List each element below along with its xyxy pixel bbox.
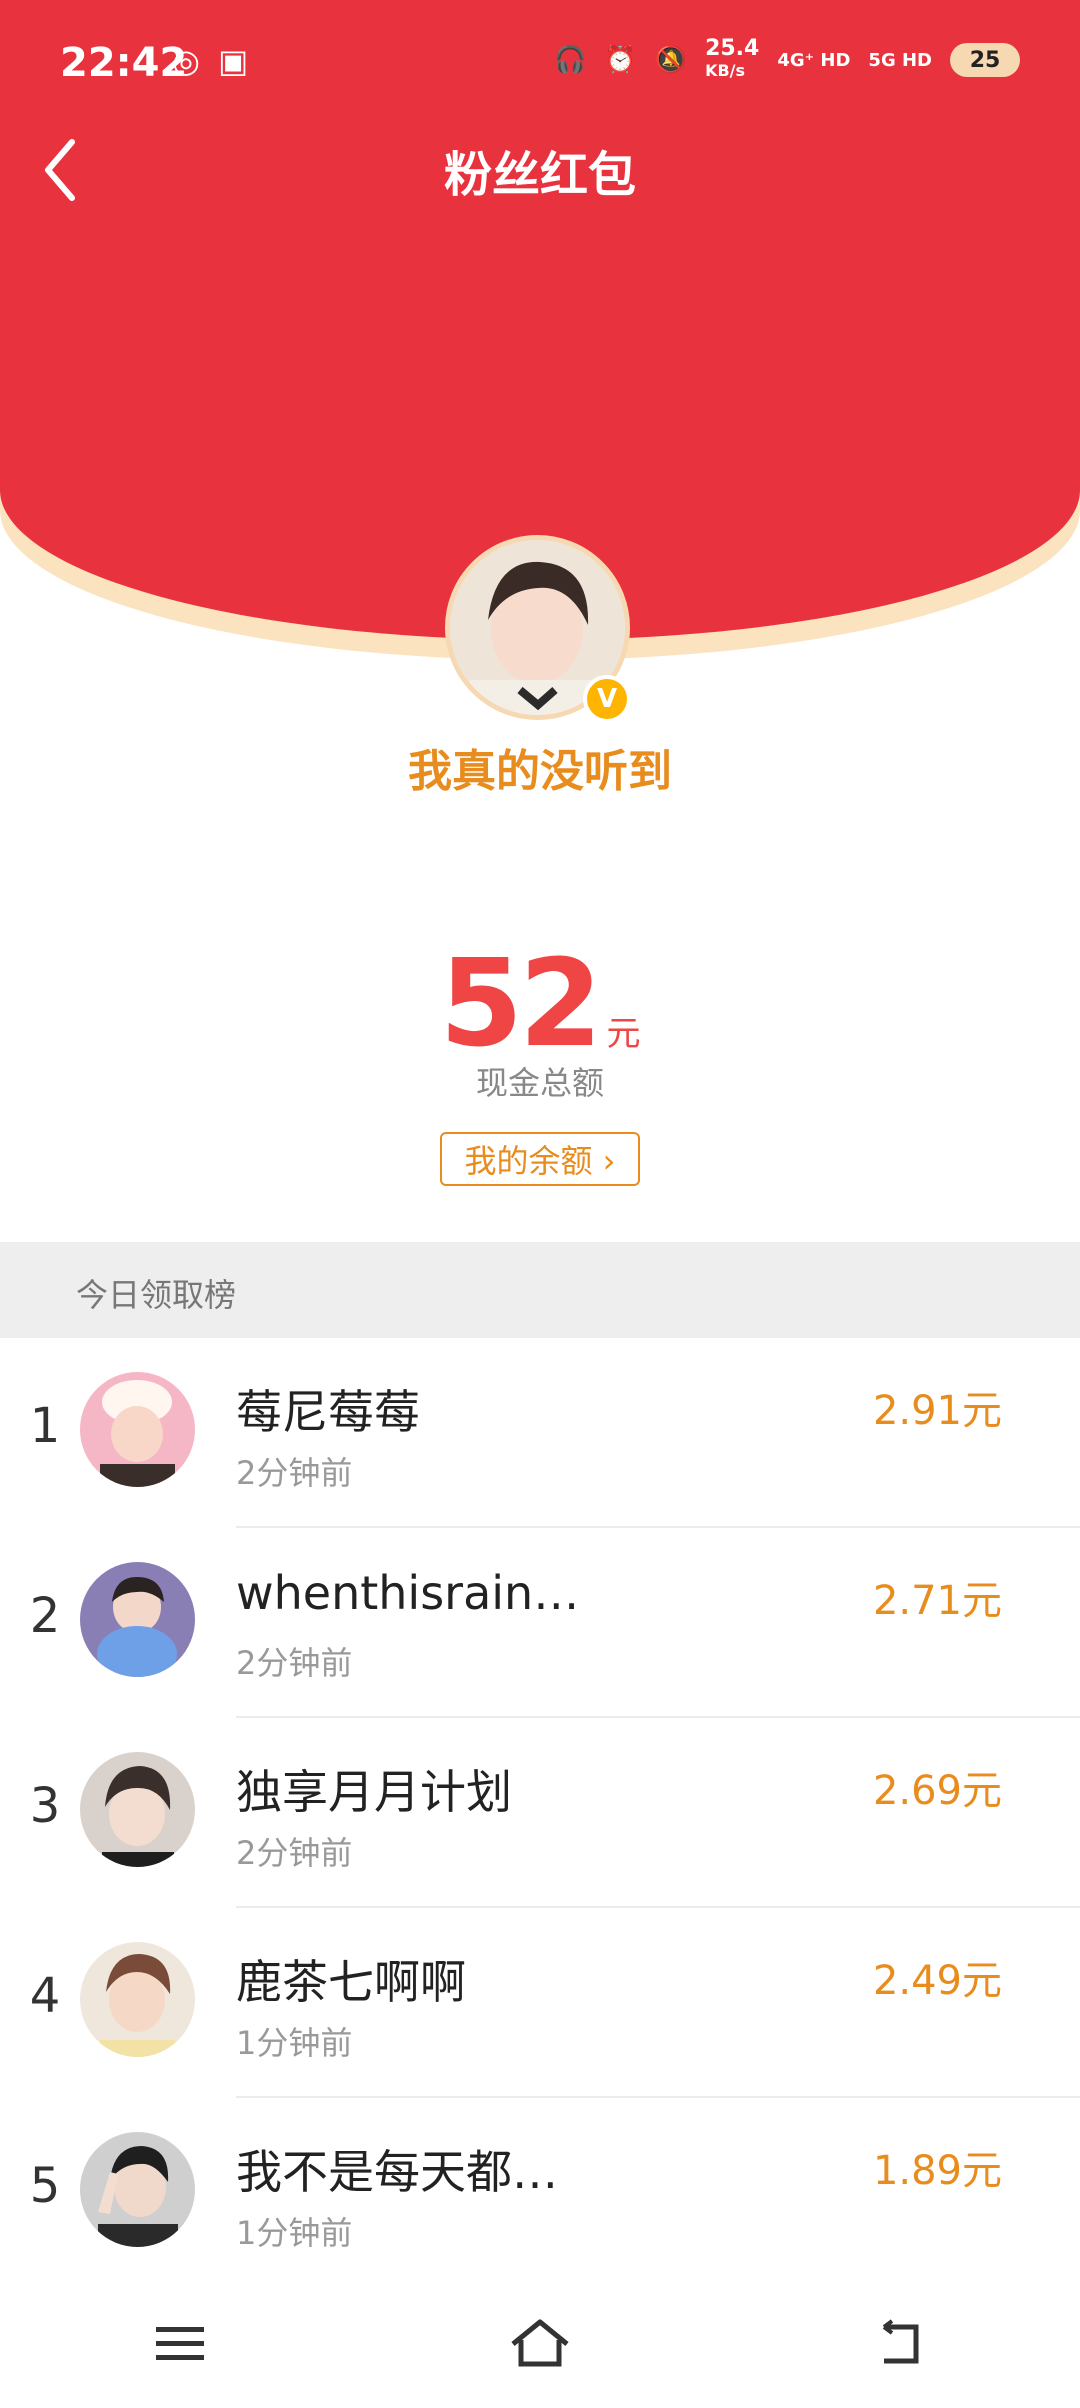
- signal-5g: 5G HD: [868, 49, 932, 71]
- list-item[interactable]: 3 独享月月计划 2分钟前 2.69元: [0, 1718, 1080, 1908]
- net-speed: 25.4 KB/s: [705, 38, 759, 82]
- status-right: 🎧 ⏰ 🔕 25.4 KB/s 4G⁺ HD 5G HD 25: [554, 38, 1020, 82]
- avatar[interactable]: [80, 1372, 195, 1487]
- verified-badge-icon: V: [583, 675, 631, 723]
- home-icon: [511, 2319, 569, 2367]
- battery-level: 25: [969, 47, 1001, 73]
- signal-4g: 4G⁺ HD: [777, 49, 851, 71]
- menu-button[interactable]: [120, 2304, 240, 2384]
- alarm-icon: ⏰: [604, 45, 637, 75]
- rank-number: 2: [29, 1588, 61, 1644]
- claim-time: 1分钟前: [236, 2214, 353, 2252]
- net-speed-unit: KB/s: [705, 61, 746, 80]
- menu-icon: [156, 2327, 204, 2360]
- claim-amount: 2.69元: [872, 1768, 1002, 1814]
- verified-badge-label: V: [596, 684, 618, 714]
- username[interactable]: 我真的没听到: [0, 735, 1080, 799]
- status-time: 22:42: [60, 40, 188, 86]
- avatar[interactable]: [80, 1752, 195, 1867]
- headphones-icon: 🎧: [553, 45, 587, 75]
- claim-time: 2分钟前: [236, 1644, 353, 1682]
- return-icon: [882, 2319, 919, 2364]
- total-amount-value: 52: [439, 935, 603, 1074]
- rank-number: 4: [29, 1968, 61, 2024]
- status-bar: 22:42 ◎ ▣ 🎧 ⏰ 🔕 25.4 KB/s 4G⁺ HD 5G HD 2…: [0, 0, 1080, 130]
- list-item[interactable]: 5 我不是每天都… 1分钟前 1.89元: [0, 2098, 1080, 2288]
- page-title: 粉丝红包: [443, 147, 636, 203]
- app-notification-icon: ▣: [218, 42, 249, 80]
- avatar-image: [80, 1372, 195, 1487]
- user-name: 独享月月计划: [236, 1765, 512, 1819]
- total-amount-unit: 元: [606, 1014, 641, 1054]
- claim-amount: 2.91元: [872, 1388, 1002, 1434]
- avatar[interactable]: [80, 1942, 195, 2057]
- total-amount: 52 元: [0, 935, 1080, 1074]
- avatar-image: [80, 1562, 195, 1677]
- avatar[interactable]: [80, 2132, 195, 2247]
- list-item[interactable]: 1 莓尼莓莓 2分钟前 2.91元: [0, 1338, 1080, 1528]
- total-amount-label: 现金总额: [475, 1064, 604, 1102]
- claim-amount: 1.89元: [872, 2148, 1002, 2194]
- claim-amount: 2.49元: [872, 1958, 1002, 2004]
- leaderboard-header: 今日领取榜: [0, 1242, 1080, 1338]
- avatar-image: [80, 1752, 195, 1867]
- avatar-image: [80, 1942, 195, 2057]
- list-item[interactable]: 2 whenthisrain… 2分钟前 2.71元: [0, 1528, 1080, 1718]
- rank-number: 1: [29, 1398, 61, 1454]
- claim-amount: 2.71元: [872, 1578, 1002, 1624]
- rank-number: 5: [29, 2158, 61, 2214]
- system-nav-bar: [0, 2280, 1080, 2408]
- claim-time: 2分钟前: [236, 1454, 353, 1492]
- user-name: 鹿茶七啊啊: [236, 1955, 466, 2009]
- user-name: 莓尼莓莓: [236, 1385, 420, 1439]
- net-speed-value: 25.4: [705, 36, 760, 61]
- my-balance-button[interactable]: 我的余额 ›: [440, 1132, 640, 1186]
- avatar-image: [80, 2132, 195, 2247]
- list-item[interactable]: 4 鹿茶七啊啊 1分钟前 2.49元: [0, 1908, 1080, 2098]
- user-name: whenthisrain…: [236, 1566, 580, 1620]
- claim-time: 2分钟前: [236, 1834, 353, 1872]
- user-name: 我不是每天都…: [236, 2145, 558, 2199]
- battery-icon: 25: [950, 43, 1020, 77]
- claim-time: 1分钟前: [236, 2024, 353, 2062]
- rank-number: 3: [29, 1778, 61, 1834]
- weibo-icon: ◎: [172, 42, 200, 80]
- avatar[interactable]: [80, 1562, 195, 1677]
- back-nav-button[interactable]: [840, 2304, 960, 2384]
- home-button[interactable]: [480, 2304, 600, 2384]
- leaderboard-title: 今日领取榜: [76, 1276, 237, 1314]
- mute-icon: 🔕: [654, 45, 688, 75]
